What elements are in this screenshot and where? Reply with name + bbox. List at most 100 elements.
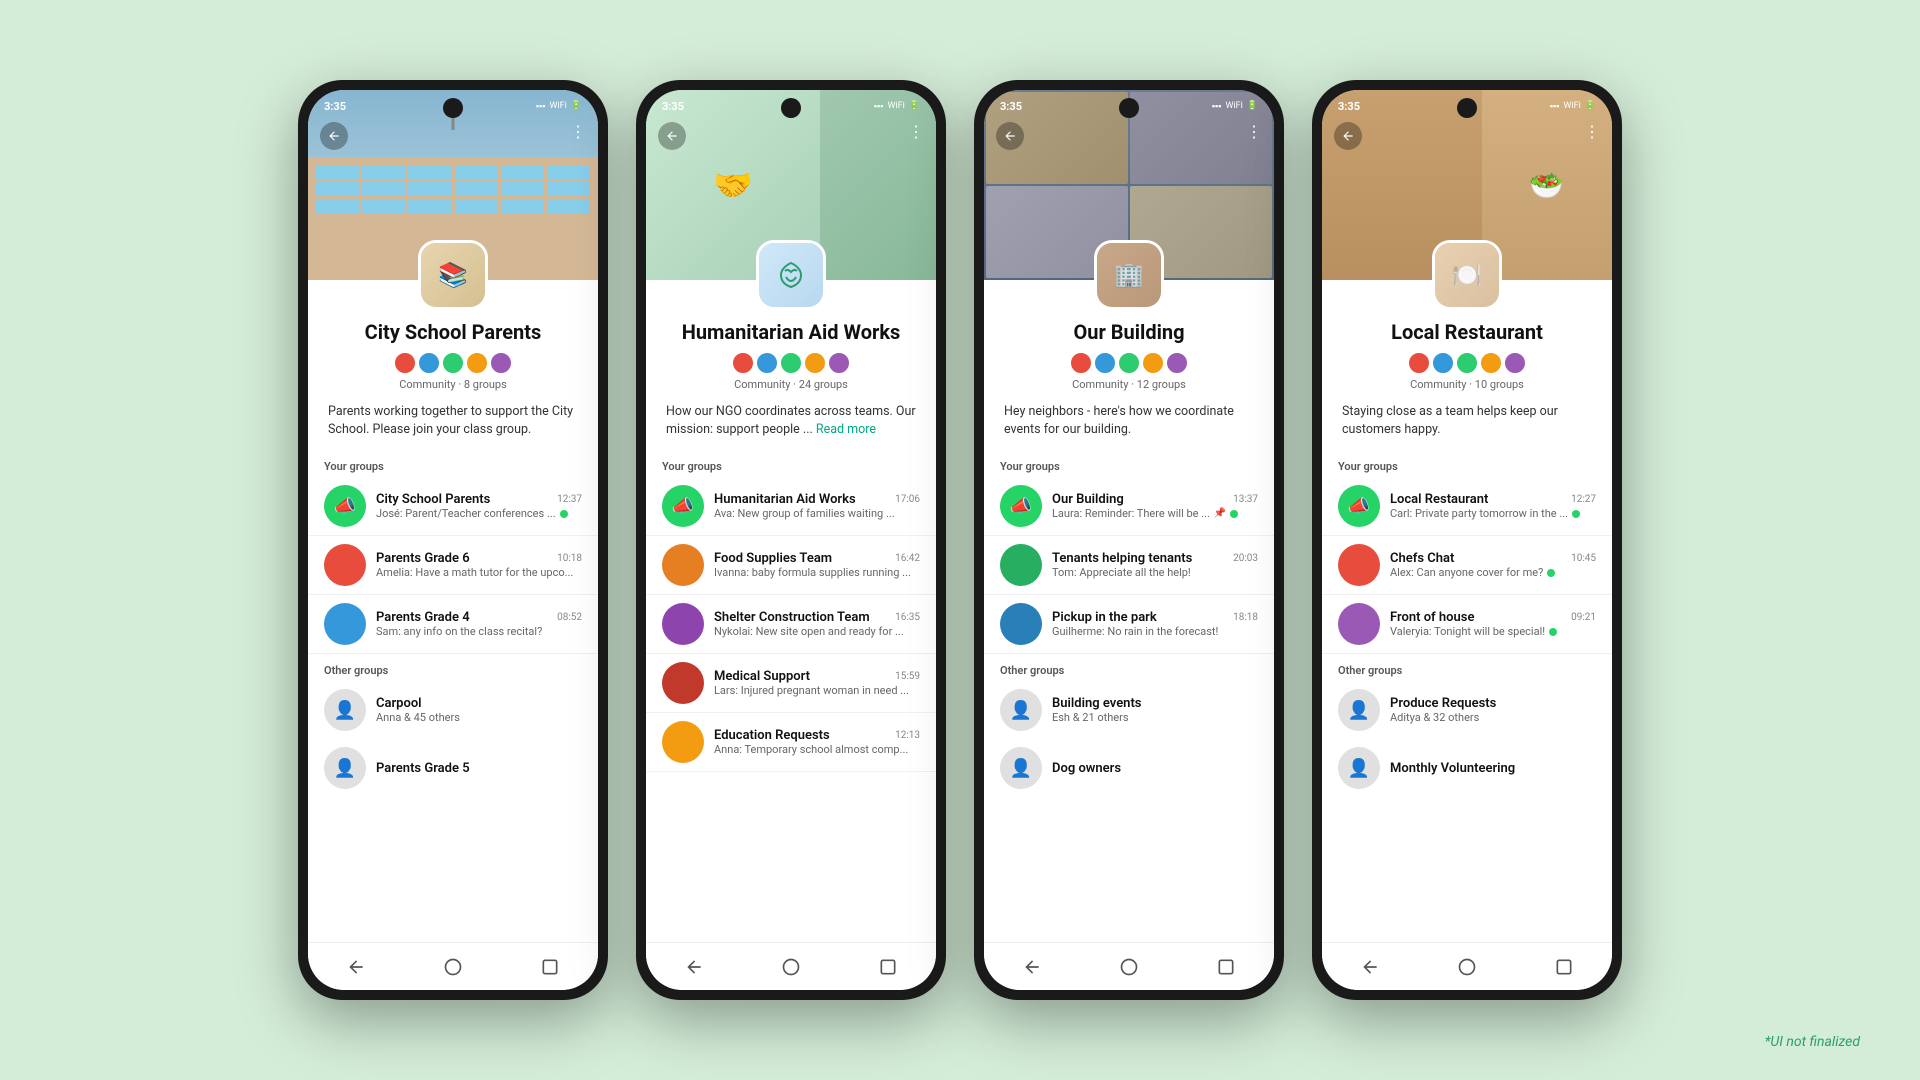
content-area[interactable]: Local Restaurant Community · 10 groups S…	[1322, 280, 1612, 942]
nav-recents-button[interactable]	[534, 951, 566, 983]
group-list-item[interactable]: Front of house 09:21 Valeryia: Tonight w…	[1322, 595, 1612, 654]
member-avatar-3	[1480, 352, 1502, 374]
content-area[interactable]: Humanitarian Aid Works Community · 24 gr…	[646, 280, 936, 942]
group-list-item[interactable]: Pickup in the park 18:18 Guilherme: No r…	[984, 595, 1274, 654]
back-button[interactable]	[1334, 122, 1362, 150]
unread-dot	[1547, 569, 1555, 577]
battery-icon: 🔋	[1247, 101, 1258, 111]
phone-2: 🤝 3:35 ▪▪▪ WiFi 🔋 ⋮	[636, 80, 946, 1000]
other-group-item[interactable]: 👤 Carpool Anna & 45 others	[308, 681, 598, 739]
nav-home-button[interactable]	[1451, 951, 1483, 983]
unread-dot	[1230, 510, 1238, 518]
nav-recents-button[interactable]	[872, 951, 904, 983]
group-list-item[interactable]: Food Supplies Team 16:42 Ivanna: baby fo…	[646, 536, 936, 595]
person-icon: 👤	[1348, 758, 1370, 779]
group-time: 20:03	[1233, 553, 1258, 564]
nav-home-button[interactable]	[775, 951, 807, 983]
member-avatar-0	[1408, 352, 1430, 374]
status-time: 3:35	[662, 100, 684, 113]
nav-back-button[interactable]	[340, 951, 372, 983]
member-avatars	[662, 352, 920, 374]
nav-recents-button[interactable]	[1210, 951, 1242, 983]
more-options-button[interactable]: ⋮	[908, 122, 924, 141]
phone-screen: 3:35 ▪▪▪ WiFi 🔋 ⋮ 🏢 Our Building	[984, 90, 1274, 990]
group-list-item[interactable]: Parents Grade 4 08:52 Sam: any info on t…	[308, 595, 598, 654]
member-avatar-2	[442, 352, 464, 374]
group-name-row: Shelter Construction Team 16:35	[714, 610, 920, 625]
group-name: Humanitarian Aid Works	[714, 492, 856, 507]
nav-home-button[interactable]	[437, 951, 469, 983]
group-name-row: Chefs Chat 10:45	[1390, 551, 1596, 566]
back-button[interactable]	[658, 122, 686, 150]
group-name: Education Requests	[714, 728, 830, 743]
signal-icon: ▪▪▪	[1212, 101, 1222, 112]
other-group-item[interactable]: 👤 Dog owners	[984, 739, 1274, 797]
nav-back-button[interactable]	[1354, 951, 1386, 983]
group-list-item[interactable]: 📣 Our Building 13:37 Laura: Reminder: Th…	[984, 477, 1274, 536]
status-icons: ▪▪▪ WiFi 🔋	[1212, 101, 1258, 112]
member-avatar-1	[1094, 352, 1116, 374]
group-megaphone-icon: 📣	[1338, 485, 1380, 527]
content-area[interactable]: Our Building Community · 12 groups Hey n…	[984, 280, 1274, 942]
signal-icon: ▪▪▪	[874, 101, 884, 112]
other-group-avatar: 👤	[1000, 747, 1042, 789]
group-list-item[interactable]: 📣 Local Restaurant 12:27 Carl: Private p…	[1322, 477, 1612, 536]
more-options-button[interactable]: ⋮	[1246, 122, 1262, 141]
member-avatar-3	[1142, 352, 1164, 374]
member-avatars	[1000, 352, 1258, 374]
group-list-item[interactable]: 📣 Humanitarian Aid Works 17:06 Ava: New …	[646, 477, 936, 536]
battery-icon: 🔋	[1585, 101, 1596, 111]
content-area[interactable]: City School Parents Community · 8 groups…	[308, 280, 598, 942]
group-preview: Lars: Injured pregnant woman in need ...	[714, 684, 920, 697]
more-options-button[interactable]: ⋮	[1584, 122, 1600, 141]
group-list-item[interactable]: Tenants helping tenants 20:03 Tom: Appre…	[984, 536, 1274, 595]
other-group-item[interactable]: 👤 Monthly Volunteering	[1322, 739, 1612, 797]
group-name-row: Parents Grade 6 10:18	[376, 551, 582, 566]
more-options-button[interactable]: ⋮	[570, 122, 586, 141]
group-info: Our Building 13:37 Laura: Reminder: Ther…	[1052, 492, 1258, 520]
phone-screen: 3:35 ▪▪▪ WiFi 🔋 ⋮ 📚 City School P	[308, 90, 598, 990]
group-info: Chefs Chat 10:45 Alex: Can anyone cover …	[1390, 551, 1596, 579]
member-avatar-0	[1070, 352, 1092, 374]
group-name-row: Tenants helping tenants 20:03	[1052, 551, 1258, 566]
nav-back-button[interactable]	[678, 951, 710, 983]
group-info: Parents Grade 4 08:52 Sam: any info on t…	[376, 610, 582, 638]
group-list-item[interactable]: Education Requests 12:13 Anna: Temporary…	[646, 713, 936, 772]
group-preview: Ivanna: baby formula supplies running ..…	[714, 566, 920, 579]
community-name: Our Building	[1000, 320, 1258, 344]
person-icon: 👤	[1348, 700, 1370, 721]
community-description: Parents working together to support the …	[324, 403, 582, 438]
community-name: City School Parents	[324, 320, 582, 344]
group-avatar	[324, 544, 366, 586]
other-group-avatar: 👤	[324, 689, 366, 731]
your-groups-label: Your groups	[308, 450, 598, 477]
nav-back-button[interactable]	[1016, 951, 1048, 983]
community-icon	[756, 240, 826, 310]
other-group-item[interactable]: 👤 Building events Esh & 21 others	[984, 681, 1274, 739]
group-list-item[interactable]: 📣 City School Parents 12:37 José: Parent…	[308, 477, 598, 536]
wifi-icon: WiFi	[1225, 101, 1242, 111]
nav-home-button[interactable]	[1113, 951, 1145, 983]
group-time: 12:27	[1571, 494, 1596, 505]
group-preview: Alex: Can anyone cover for me?	[1390, 566, 1596, 579]
group-list-item[interactable]: Shelter Construction Team 16:35 Nykolai:…	[646, 595, 936, 654]
back-button[interactable]	[320, 122, 348, 150]
member-avatar-1	[1432, 352, 1454, 374]
read-more-link[interactable]: Read more	[816, 422, 876, 437]
member-avatars	[1338, 352, 1596, 374]
nav-recents-button[interactable]	[1548, 951, 1580, 983]
group-info: City School Parents 12:37 José: Parent/T…	[376, 492, 582, 520]
phone-1: 3:35 ▪▪▪ WiFi 🔋 ⋮ 📚 City School P	[298, 80, 608, 1000]
member-avatars	[324, 352, 582, 374]
other-group-info: Parents Grade 5	[376, 761, 582, 776]
status-time: 3:35	[1338, 100, 1360, 113]
member-avatar-2	[1118, 352, 1140, 374]
group-list-item[interactable]: Parents Grade 6 10:18 Amelia: Have a mat…	[308, 536, 598, 595]
disclaimer-text: *UI not finalized	[1765, 1034, 1860, 1050]
group-list-item[interactable]: Medical Support 15:59 Lars: Injured preg…	[646, 654, 936, 713]
back-button[interactable]	[996, 122, 1024, 150]
other-group-item[interactable]: 👤 Parents Grade 5	[308, 739, 598, 797]
other-group-item[interactable]: 👤 Produce Requests Aditya & 32 others	[1322, 681, 1612, 739]
group-list-item[interactable]: Chefs Chat 10:45 Alex: Can anyone cover …	[1322, 536, 1612, 595]
your-groups-label: Your groups	[984, 450, 1274, 477]
